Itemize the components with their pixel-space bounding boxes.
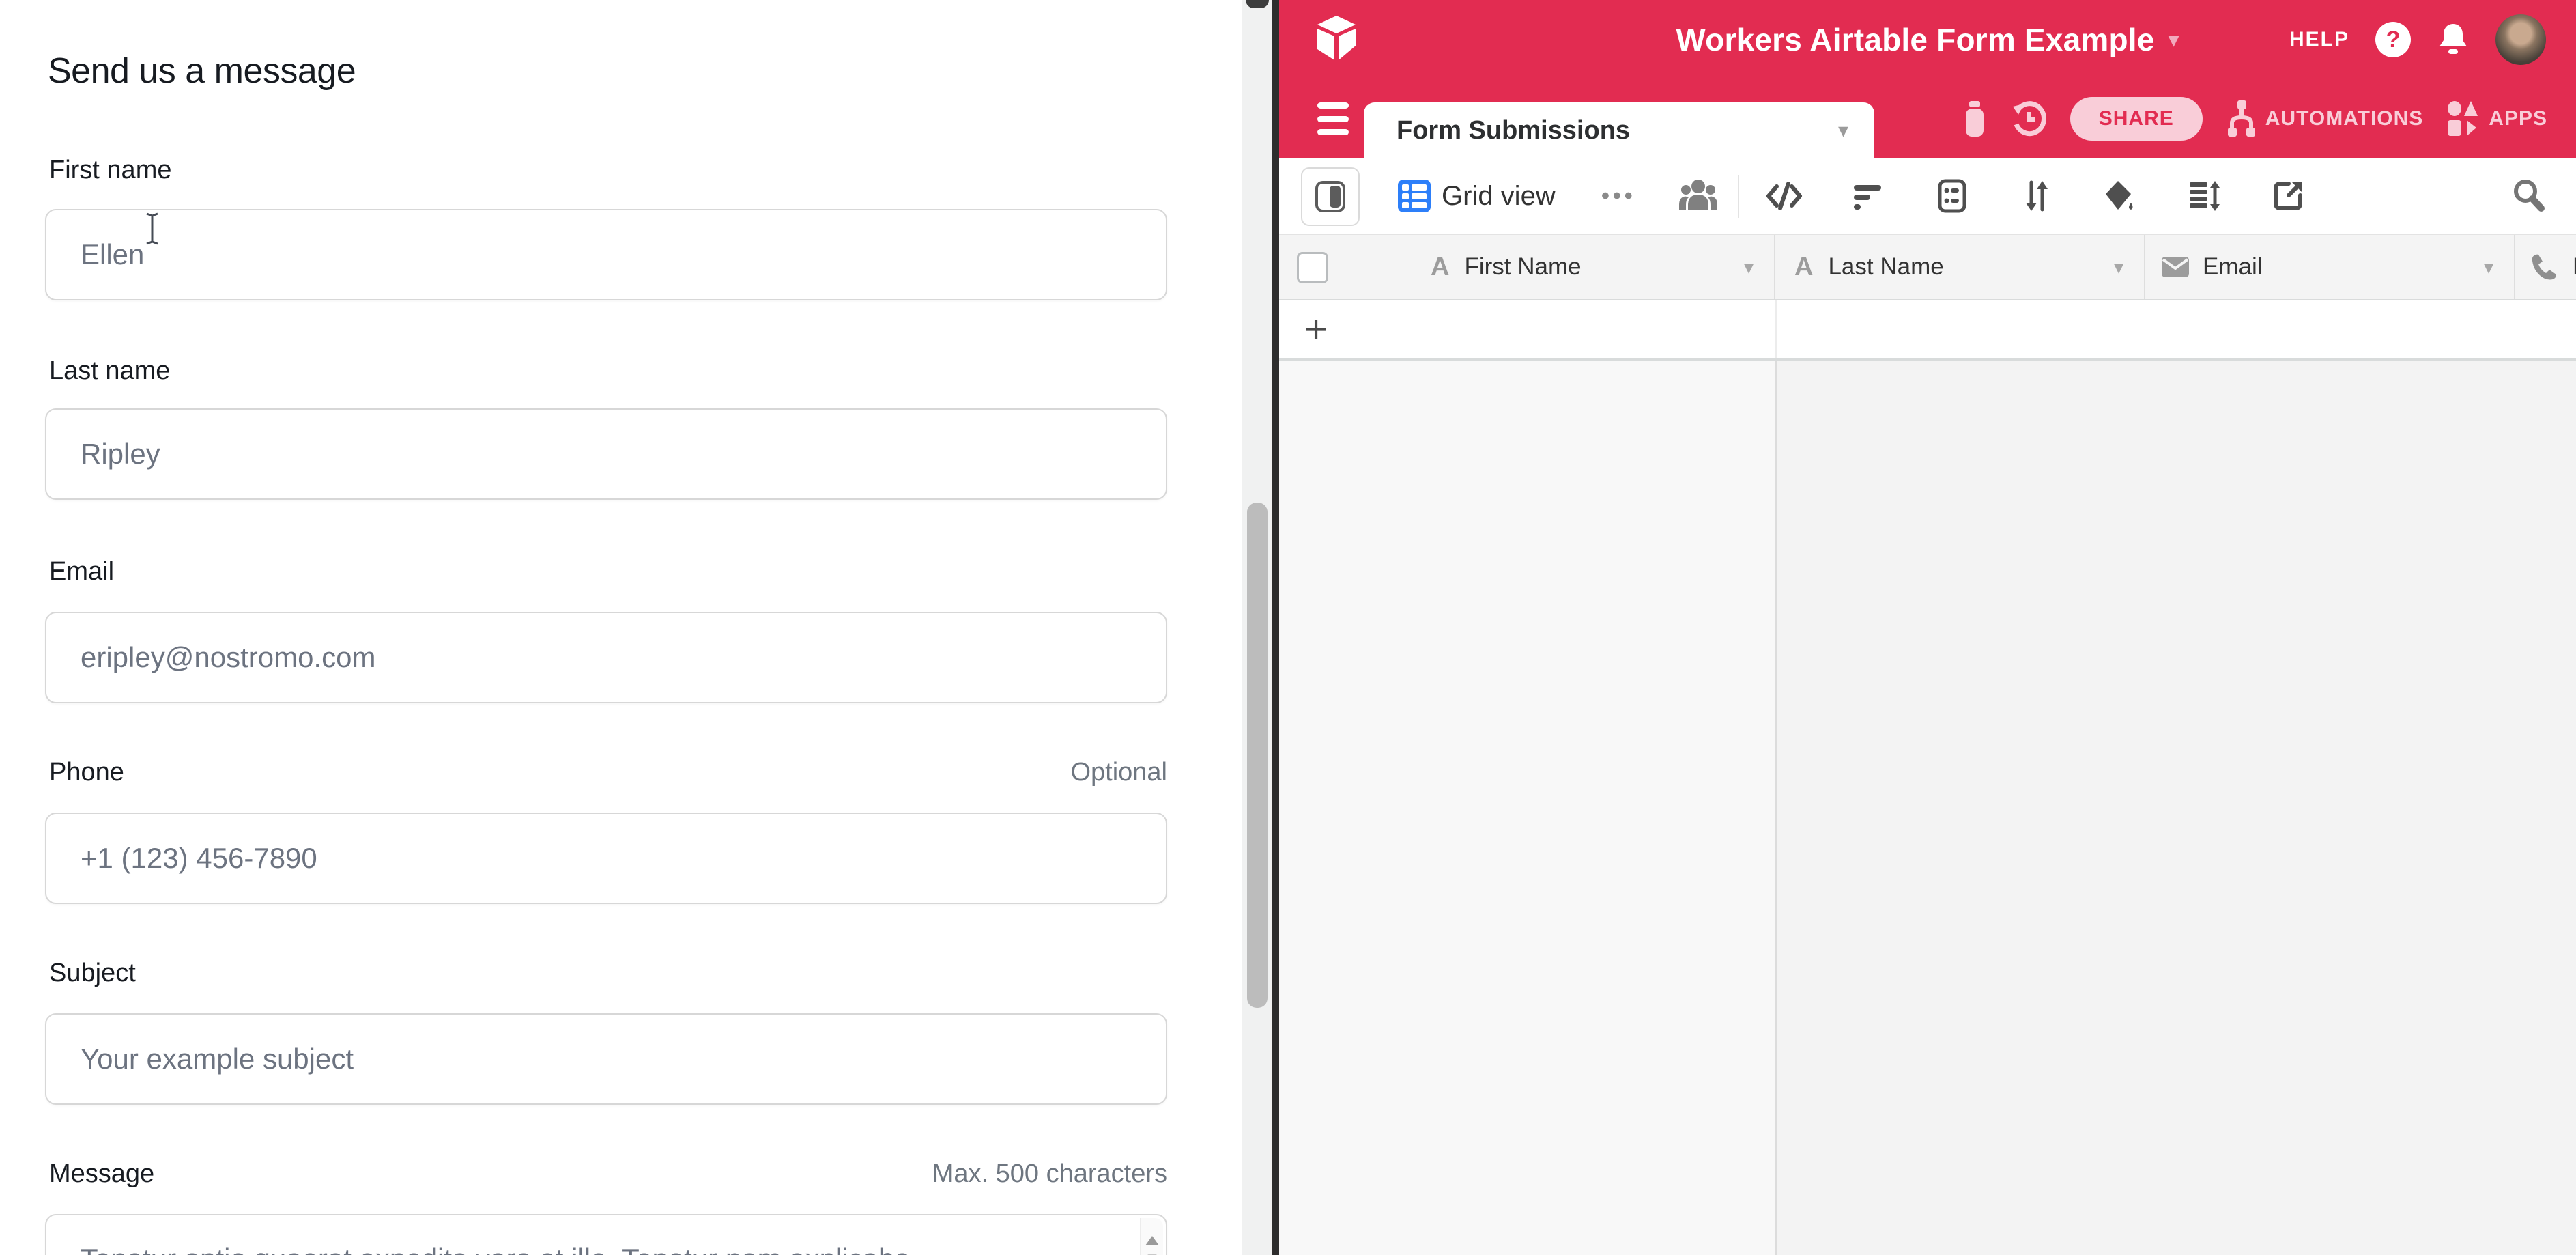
tab-caret-icon[interactable]: ▾ (1838, 119, 1848, 143)
grid-add-row: + (1279, 300, 2576, 361)
view-options-ellipsis-button[interactable]: ••• (1601, 158, 1636, 234)
page-scrollbar[interactable] (1242, 0, 1272, 1255)
contact-form-page: Send us a message First name Last name E… (0, 0, 1242, 1255)
filter-button[interactable] (1847, 158, 1888, 234)
email-label: Email (45, 557, 114, 587)
last-name-label: Last name (45, 356, 170, 386)
tab-form-submissions[interactable]: Form Submissions ▾ (1364, 102, 1874, 158)
search-icon[interactable] (2508, 158, 2549, 234)
page-scrollbar-thumb[interactable] (1247, 503, 1268, 1008)
airtable-logo-icon[interactable] (1316, 15, 1357, 63)
add-record-button[interactable]: + (1297, 300, 1335, 358)
collaborators-icon[interactable] (1678, 158, 1718, 234)
trash-icon[interactable] (1961, 100, 1988, 138)
first-name-input[interactable] (45, 209, 1167, 300)
column-divider (1775, 300, 1777, 358)
notifications-bell-icon[interactable] (2437, 22, 2470, 57)
scroll-up-arrow-icon[interactable] (1145, 1236, 1159, 1245)
scrollbar-top-button[interactable] (1246, 0, 1269, 8)
phone-field-type-icon (2530, 253, 2559, 281)
text-cursor-icon (143, 212, 161, 246)
airtable-tabbar: Form Submissions ▾ (1279, 79, 2576, 158)
first-name-label: First name (45, 156, 171, 185)
user-avatar[interactable] (2495, 14, 2546, 65)
column-caret-icon[interactable]: ▾ (2484, 256, 2493, 279)
share-view-button[interactable] (2267, 158, 2308, 234)
row-height-button[interactable] (2184, 158, 2225, 234)
view-switcher[interactable]: Grid view (1398, 158, 1556, 234)
help-question-icon[interactable]: ? (2375, 22, 2411, 57)
column-header-phone[interactable]: Phone (2515, 235, 2576, 299)
column-header-first-name[interactable]: A First Name ▾ (1279, 235, 1775, 299)
column-caret-icon[interactable]: ▾ (2114, 256, 2123, 279)
phone-label: Phone (45, 758, 124, 787)
airtable-topbar: Workers Airtable Form Example ▾ HELP ? (1279, 0, 2576, 79)
form-heading: Send us a message (48, 51, 356, 91)
column-header-email[interactable]: Email ▾ (2145, 235, 2515, 299)
grid-view-icon (1398, 180, 1431, 212)
automations-icon (2226, 99, 2257, 139)
phone-optional-note: Optional (1070, 758, 1167, 787)
color-button[interactable] (2100, 158, 2141, 234)
toolbar-divider (1738, 175, 1739, 218)
base-title[interactable]: Workers Airtable Form Example (1676, 21, 2154, 58)
email-field-type-icon (2162, 257, 2189, 277)
view-name: Grid view (1442, 181, 1556, 212)
message-max-chars-note: Max. 500 characters (932, 1159, 1167, 1189)
hide-fields-button[interactable] (1764, 158, 1805, 234)
base-title-caret-icon[interactable]: ▾ (2169, 27, 2179, 53)
textarea-scrollbar[interactable] (1140, 1218, 1163, 1255)
column-divider (1775, 361, 1777, 1255)
subject-input[interactable] (45, 1013, 1167, 1105)
sort-button[interactable] (2016, 158, 2057, 234)
history-icon[interactable] (2012, 100, 2047, 138)
view-sidebar-toggle-button[interactable] (1301, 167, 1360, 226)
message-textarea[interactable] (45, 1214, 1167, 1255)
group-button[interactable] (1932, 158, 1973, 234)
apps-icon (2446, 100, 2480, 137)
column-caret-icon[interactable]: ▾ (1744, 256, 1754, 279)
menu-hamburger-icon[interactable] (1317, 102, 1349, 135)
airtable-window: Workers Airtable Form Example ▾ HELP ? F… (1279, 0, 2576, 1255)
text-field-type-icon: A (1431, 253, 1449, 282)
view-toolbar: Grid view ••• (1279, 158, 2576, 235)
grid-empty-area (1279, 361, 1775, 1255)
grid-column-headers: A First Name ▾ A Last Name ▾ Email ▾ (1279, 235, 2576, 300)
help-button[interactable]: HELP (2289, 28, 2349, 51)
text-field-type-icon: A (1794, 253, 1813, 282)
apps-button[interactable]: APPS (2446, 100, 2547, 137)
phone-input[interactable] (45, 813, 1167, 904)
window-divider (1272, 0, 1279, 1255)
subject-label: Subject (45, 959, 136, 988)
column-header-last-name[interactable]: A Last Name ▾ (1775, 235, 2145, 299)
last-name-input[interactable] (45, 408, 1167, 500)
message-label: Message (45, 1159, 154, 1189)
automations-button[interactable]: AUTOMATIONS (2226, 99, 2424, 139)
screenshot-root: Send us a message First name Last name E… (0, 0, 2576, 1255)
email-input[interactable] (45, 612, 1167, 703)
share-button[interactable]: SHARE (2070, 97, 2203, 141)
